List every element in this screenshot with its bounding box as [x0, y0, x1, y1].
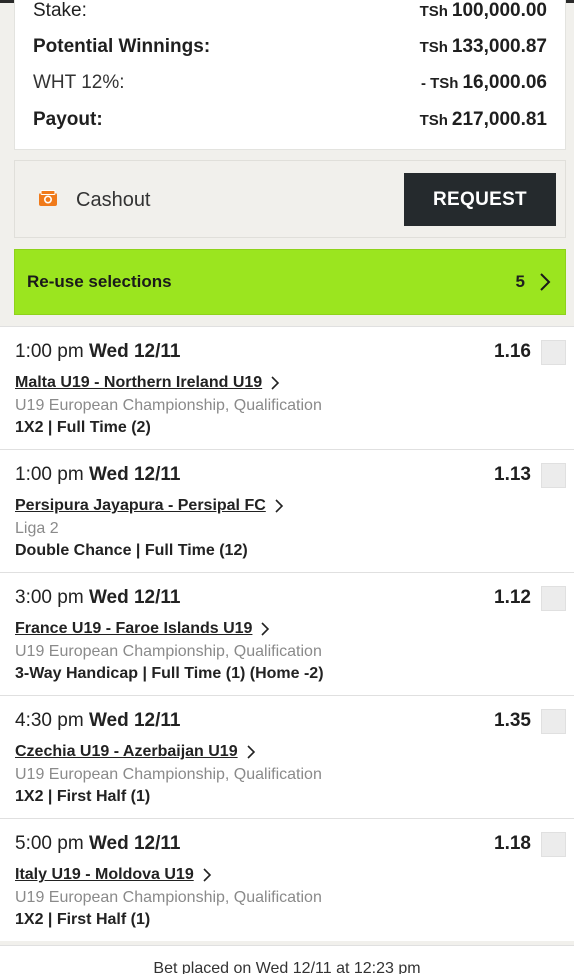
match-name[interactable]: Persipura Jayapura - Persipal FC: [15, 497, 266, 515]
market-name: 1X2 | First Half (1): [15, 911, 151, 928]
cashout-label: Cashout: [76, 189, 151, 211]
market-name: Double Chance | Full Time (12): [15, 542, 248, 559]
match-link[interactable]: Malta U19 - Northern Ireland U19: [15, 374, 280, 392]
wht-label: WHT 12%:: [33, 72, 125, 93]
reuse-selections-count: 5: [515, 272, 525, 291]
wht-row: WHT 12%: - TSh 16,000.06: [33, 69, 547, 97]
market-name: 1X2 | Full Time (2): [15, 419, 151, 436]
selection-odds: 1.13: [494, 464, 531, 485]
stake-label: Stake:: [33, 0, 87, 21]
potential-winnings-value: TSh 133,000.87: [419, 36, 547, 57]
chevron-right-icon: [540, 273, 551, 291]
match-name[interactable]: France U19 - Faroe Islands U19: [15, 620, 252, 638]
match-name[interactable]: Italy U19 - Moldova U19: [15, 866, 194, 884]
bet-summary-card: Stake: TSh 100,000.00 Potential Winnings:…: [14, 0, 566, 150]
reuse-selections-button[interactable]: Re-use selections 5: [14, 249, 566, 315]
chevron-right-icon: [261, 622, 270, 636]
stake-value: TSh 100,000.00: [419, 0, 547, 21]
selection-time: 1:00 pm Wed 12/11: [15, 341, 181, 362]
market-name: 1X2 | First Half (1): [15, 788, 151, 805]
selection-odds: 1.18: [494, 833, 531, 854]
competition-name: Liga 2: [15, 520, 59, 537]
match-link[interactable]: Persipura Jayapura - Persipal FC: [15, 497, 284, 515]
match-link[interactable]: Czechia U19 - Azerbaijan U19: [15, 743, 256, 761]
selection-item: 1:00 pm Wed 12/11 1.13 Persipura Jayapur…: [0, 449, 574, 572]
reuse-selections-label: Re-use selections: [27, 272, 172, 291]
stake-row: Stake: TSh 100,000.00: [33, 0, 547, 25]
cashout-panel: Cashout REQUEST: [14, 160, 566, 238]
market-name: 3-Way Handicap | Full Time (1) (Home -2): [15, 665, 324, 682]
selection-checkbox[interactable]: [541, 832, 566, 857]
selection-odds: 1.16: [494, 341, 531, 362]
competition-name: U19 European Championship, Qualification: [15, 397, 322, 414]
selection-odds: 1.12: [494, 587, 531, 608]
selection-checkbox[interactable]: [541, 586, 566, 611]
selection-odds: 1.35: [494, 710, 531, 731]
selections-list: 1:00 pm Wed 12/11 1.16 Malta U19 - North…: [0, 326, 574, 941]
competition-name: U19 European Championship, Qualification: [15, 889, 322, 906]
payout-value: TSh 217,000.81: [419, 109, 547, 130]
chevron-right-icon: [271, 376, 280, 390]
match-name[interactable]: Czechia U19 - Azerbaijan U19: [15, 743, 238, 761]
competition-name: U19 European Championship, Qualification: [15, 766, 322, 783]
selection-item: 5:00 pm Wed 12/11 1.18 Italy U19 - Moldo…: [0, 818, 574, 941]
request-cashout-button[interactable]: REQUEST: [404, 173, 556, 226]
selection-checkbox[interactable]: [541, 463, 566, 488]
selection-time: 3:00 pm Wed 12/11: [15, 587, 181, 608]
chevron-right-icon: [247, 745, 255, 759]
match-link[interactable]: France U19 - Faroe Islands U19: [15, 620, 270, 638]
wht-value: - TSh 16,000.06: [420, 72, 547, 93]
chevron-right-icon: [203, 868, 211, 882]
match-name[interactable]: Malta U19 - Northern Ireland U19: [15, 374, 262, 392]
competition-name: U19 European Championship, Qualification: [15, 643, 322, 660]
selection-item: 4:30 pm Wed 12/11 1.35 Czechia U19 - Aze…: [0, 695, 574, 818]
match-link[interactable]: Italy U19 - Moldova U19: [15, 866, 212, 884]
selection-time: 4:30 pm Wed 12/11: [15, 710, 181, 731]
payout-label: Payout:: [33, 109, 103, 130]
selection-item: 1:00 pm Wed 12/11 1.16 Malta U19 - North…: [0, 326, 574, 449]
selection-time: 5:00 pm Wed 12/11: [15, 833, 181, 854]
bet-placed-footer: Bet placed on Wed 12/11 at 12:23 pm: [0, 945, 574, 974]
selection-checkbox[interactable]: [541, 340, 566, 365]
selection-checkbox[interactable]: [541, 709, 566, 734]
bet-placed-text: Bet placed on Wed 12/11 at 12:23 pm: [153, 960, 421, 974]
chevron-right-icon: [275, 499, 283, 513]
potential-winnings-row: Potential Winnings: TSh 133,000.87: [33, 33, 547, 61]
payout-row: Payout: TSh 217,000.81: [33, 106, 547, 134]
selection-time: 1:00 pm Wed 12/11: [15, 464, 181, 485]
potential-winnings-label: Potential Winnings:: [33, 36, 211, 57]
cashout-icon: [39, 190, 57, 206]
selection-item: 3:00 pm Wed 12/11 1.12 France U19 - Faro…: [0, 572, 574, 695]
